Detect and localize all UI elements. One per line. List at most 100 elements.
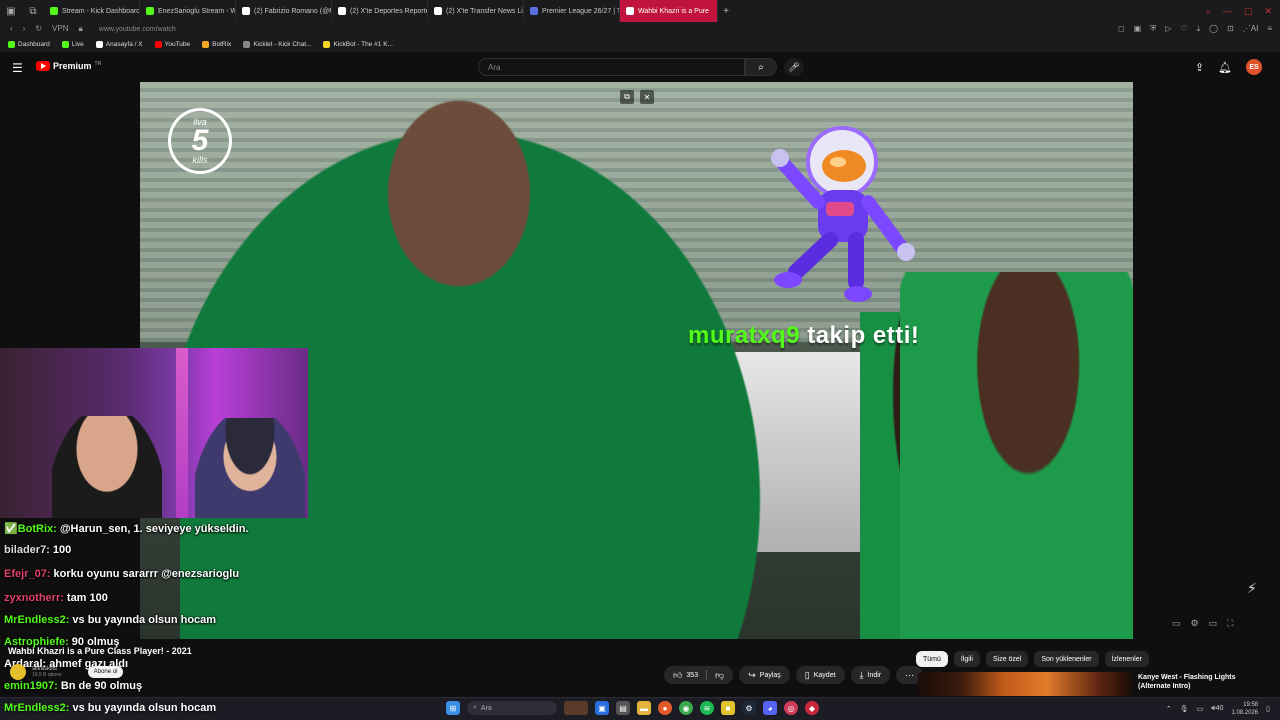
folder-icon[interactable]: ▬: [637, 701, 651, 715]
screenshot-icon[interactable]: ▣: [1134, 24, 1142, 34]
youtube-logo[interactable]: Premium TR: [36, 61, 101, 71]
chip-0[interactable]: Tümü: [916, 651, 948, 667]
steam-icon[interactable]: ⚙: [742, 701, 756, 715]
pip-icon[interactable]: ⧉: [620, 90, 634, 104]
heart-icon[interactable]: ♡: [1180, 24, 1187, 34]
chat-user[interactable]: bilader7:: [4, 544, 50, 556]
chip-4[interactable]: İzlenenler: [1104, 651, 1149, 667]
upload-icon[interactable]: ⇪: [1195, 61, 1204, 74]
channel-avatar[interactable]: [10, 664, 26, 680]
chip-2[interactable]: Size özel: [985, 651, 1029, 667]
close-button[interactable]: ✕: [1264, 6, 1272, 17]
app-icon-1[interactable]: [564, 701, 588, 715]
browser-menu-icon[interactable]: ▣: [0, 0, 22, 22]
vpn-badge[interactable]: VPN: [52, 24, 68, 34]
url-field[interactable]: www.youtube.com/watch: [99, 26, 176, 33]
reload-icon[interactable]: ↻: [35, 24, 42, 34]
bookmark-item[interactable]: Dashboard: [8, 40, 50, 48]
chat-user[interactable]: MrEndless2:: [4, 614, 69, 626]
download-button[interactable]: ⤓ İndir: [850, 666, 891, 684]
save-button[interactable]: ▯ Kaydet: [795, 666, 845, 684]
tab-favicon-icon: [50, 7, 58, 15]
ai-icon[interactable]: ⋰AI: [1243, 24, 1259, 34]
chat-line: ✅BotRix: @Harun_sen, 1. seviyeye yükseldi…: [4, 522, 248, 535]
chat-line: Efejr_07: korku oyunu sararrr @enezsariog…: [4, 568, 239, 580]
close-overlay-icon[interactable]: ✕: [640, 90, 654, 104]
workspaces-icon[interactable]: ⧉: [22, 0, 44, 22]
bookmark-save-icon: ▯: [804, 669, 810, 680]
settings-icon[interactable]: ⚙: [1191, 618, 1199, 629]
app-icon-3[interactable]: ▤: [616, 701, 630, 715]
like-button[interactable]: 👍︎ 353 👎︎: [664, 666, 734, 684]
search-icon[interactable]: ⌕: [745, 58, 777, 76]
tab-0[interactable]: Stream - Kick Dashboard: [44, 0, 140, 22]
firefox-icon[interactable]: ●: [658, 701, 672, 715]
share-button[interactable]: ↪ Paylaş: [739, 666, 790, 684]
youtube-logo-text: Premium: [53, 61, 92, 71]
bookmark-icon[interactable]: ◻: [1118, 24, 1125, 34]
forward-icon[interactable]: ›: [23, 24, 26, 34]
bookmark-item[interactable]: Live: [61, 40, 84, 48]
download-icon[interactable]: ⤓: [1197, 24, 1201, 34]
bookmark-item[interactable]: KickBot - The #1 K...: [323, 40, 393, 48]
account-avatar[interactable]: ES: [1246, 59, 1262, 75]
chat-user[interactable]: ✅BotRix:: [4, 523, 57, 535]
discord-icon[interactable]: ◕: [763, 701, 777, 715]
menu-icon[interactable]: ≡: [1267, 24, 1272, 34]
bookmark-item[interactable]: YouTube: [154, 40, 190, 48]
chrome-icon[interactable]: ◉: [679, 701, 693, 715]
app-icon-5[interactable]: ◆: [805, 701, 819, 715]
notification-icon[interactable]: ▯: [1266, 705, 1270, 713]
mic-icon[interactable]: 🎤︎: [784, 58, 804, 76]
lightning-icon[interactable]: ⚡︎: [1247, 580, 1257, 597]
tab-5[interactable]: Premier League 26/27 | Tr: [524, 0, 620, 22]
search-input[interactable]: Ara: [478, 58, 745, 76]
taskbar-search-icon: ⌕: [473, 704, 477, 711]
maximize-button[interactable]: ▢: [1244, 6, 1253, 17]
bookmark-item[interactable]: Anasayfa / X: [95, 40, 143, 48]
follow-alert-action: takip etti!: [807, 322, 920, 349]
volume-icon[interactable]: 🔊︎40: [1211, 705, 1223, 713]
miniplayer-icon[interactable]: ▭: [1172, 618, 1181, 629]
wallet-icon[interactable]: ⊡: [1227, 24, 1234, 34]
chat-message: vs bu yayında olsun hocam: [72, 702, 217, 714]
browser-app-icon[interactable]: ◎: [784, 701, 798, 715]
chat-user[interactable]: Efejr_07:: [4, 568, 50, 580]
clock[interactable]: 19:58 1.08.2026: [1231, 701, 1258, 717]
tab-1[interactable]: EnezSarioglu Stream - We: [140, 0, 236, 22]
new-tab-button[interactable]: +: [718, 6, 734, 17]
messenger-icon[interactable]: ◯: [1209, 24, 1218, 34]
subscribe-button[interactable]: Abone ol: [87, 666, 124, 678]
bookmark-item[interactable]: Kicklet - Kick Chat...: [243, 40, 311, 48]
taskbar-search[interactable]: ⌕ Ara: [467, 701, 557, 715]
spotify-icon[interactable]: ≋: [700, 701, 714, 715]
hamburger-menu-icon[interactable]: ☰: [12, 61, 23, 75]
bookmark-item[interactable]: BotRix: [202, 40, 231, 48]
play-icon[interactable]: ▷: [1165, 24, 1171, 34]
windows-start-icon[interactable]: ⊞: [446, 701, 460, 715]
tab-2[interactable]: (2) Fabrizio Romano (@Fa: [236, 0, 332, 22]
chat-user[interactable]: emin1907:: [4, 680, 58, 692]
chip-3[interactable]: Son yüklenenler: [1034, 651, 1099, 667]
chat-user[interactable]: zyxnotherr:: [4, 592, 64, 604]
minimize-button[interactable]: —: [1223, 6, 1232, 17]
app-icon-2[interactable]: ▣: [595, 701, 609, 715]
bell-icon[interactable]: 🔔︎: [1218, 61, 1232, 74]
chip-1[interactable]: İlgili: [953, 651, 980, 667]
tab-4[interactable]: (2) X'te Transfer News Liv: [428, 0, 524, 22]
recommended-thumbnail[interactable]: [918, 672, 1132, 696]
network-icon[interactable]: ▭: [1197, 705, 1204, 713]
tab-3[interactable]: (2) X'te Deportes Reporte: [332, 0, 428, 22]
thumbs-down-icon[interactable]: 👎︎: [715, 670, 724, 681]
search-tabs-icon[interactable]: ⌕: [1206, 6, 1211, 17]
fullscreen-icon[interactable]: ⛶: [1227, 618, 1233, 629]
shield-icon[interactable]: ⛨: [1150, 24, 1156, 34]
back-icon[interactable]: ‹: [10, 24, 13, 34]
chat-user: MrEndless2:: [4, 702, 70, 714]
chevron-up-icon[interactable]: ⌃: [1166, 705, 1172, 713]
mic-tray-icon[interactable]: 🎙︎: [1180, 705, 1189, 713]
tab-active[interactable]: Wahbi Khazri is a Pure: [620, 0, 718, 22]
app-icon-4[interactable]: ■: [721, 701, 735, 715]
theater-icon[interactable]: ▭: [1209, 618, 1218, 629]
recommended-title[interactable]: Kanye West - Flashing Lights (Alternate …: [1138, 673, 1268, 691]
